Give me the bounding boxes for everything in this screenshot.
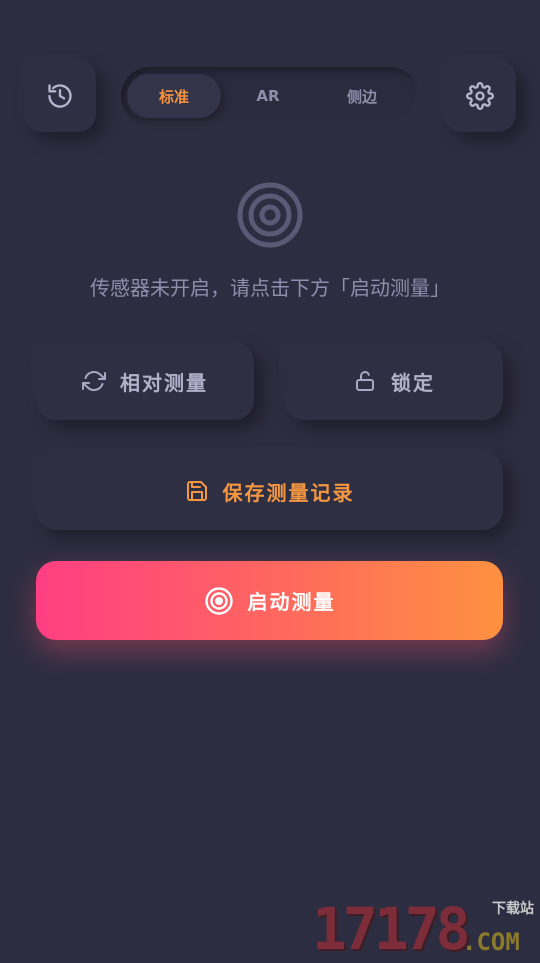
save-record-label: 保存测量记录	[222, 480, 355, 505]
target-icon	[237, 182, 303, 248]
history-icon	[48, 84, 72, 108]
save-record-button[interactable]: 保存测量记录	[36, 452, 503, 530]
sensor-status-text: 传感器未开启，请点击下方「启动测量」	[90, 276, 450, 300]
history-button[interactable]	[24, 60, 96, 132]
refresh-icon	[82, 371, 106, 391]
lock-label: 锁定	[391, 370, 435, 395]
relative-measure-label: 相对测量	[120, 370, 208, 395]
save-icon	[186, 481, 207, 501]
watermark-digits: 17178	[312, 895, 471, 963]
site-watermark: 17178 .COM 下载站	[312, 896, 534, 958]
watermark-dotcom: .COM	[462, 928, 520, 956]
target-icon	[204, 586, 233, 615]
relative-measure-button[interactable]: 相对测量	[36, 342, 254, 420]
start-measure-button[interactable]: 启动测量	[36, 561, 503, 640]
start-measure-label: 启动测量	[247, 590, 336, 614]
mode-segmented-control: 标准 AR 侧边	[121, 67, 419, 125]
tab-side[interactable]: 侧边	[315, 74, 409, 118]
settings-button[interactable]	[444, 60, 516, 132]
gear-icon	[466, 82, 494, 110]
lock-button[interactable]: 锁定	[285, 342, 503, 420]
tab-standard[interactable]: 标准	[127, 74, 221, 118]
watermark-tag: 下载站	[492, 901, 534, 917]
unlock-icon	[356, 371, 374, 391]
tab-ar[interactable]: AR	[221, 74, 315, 118]
